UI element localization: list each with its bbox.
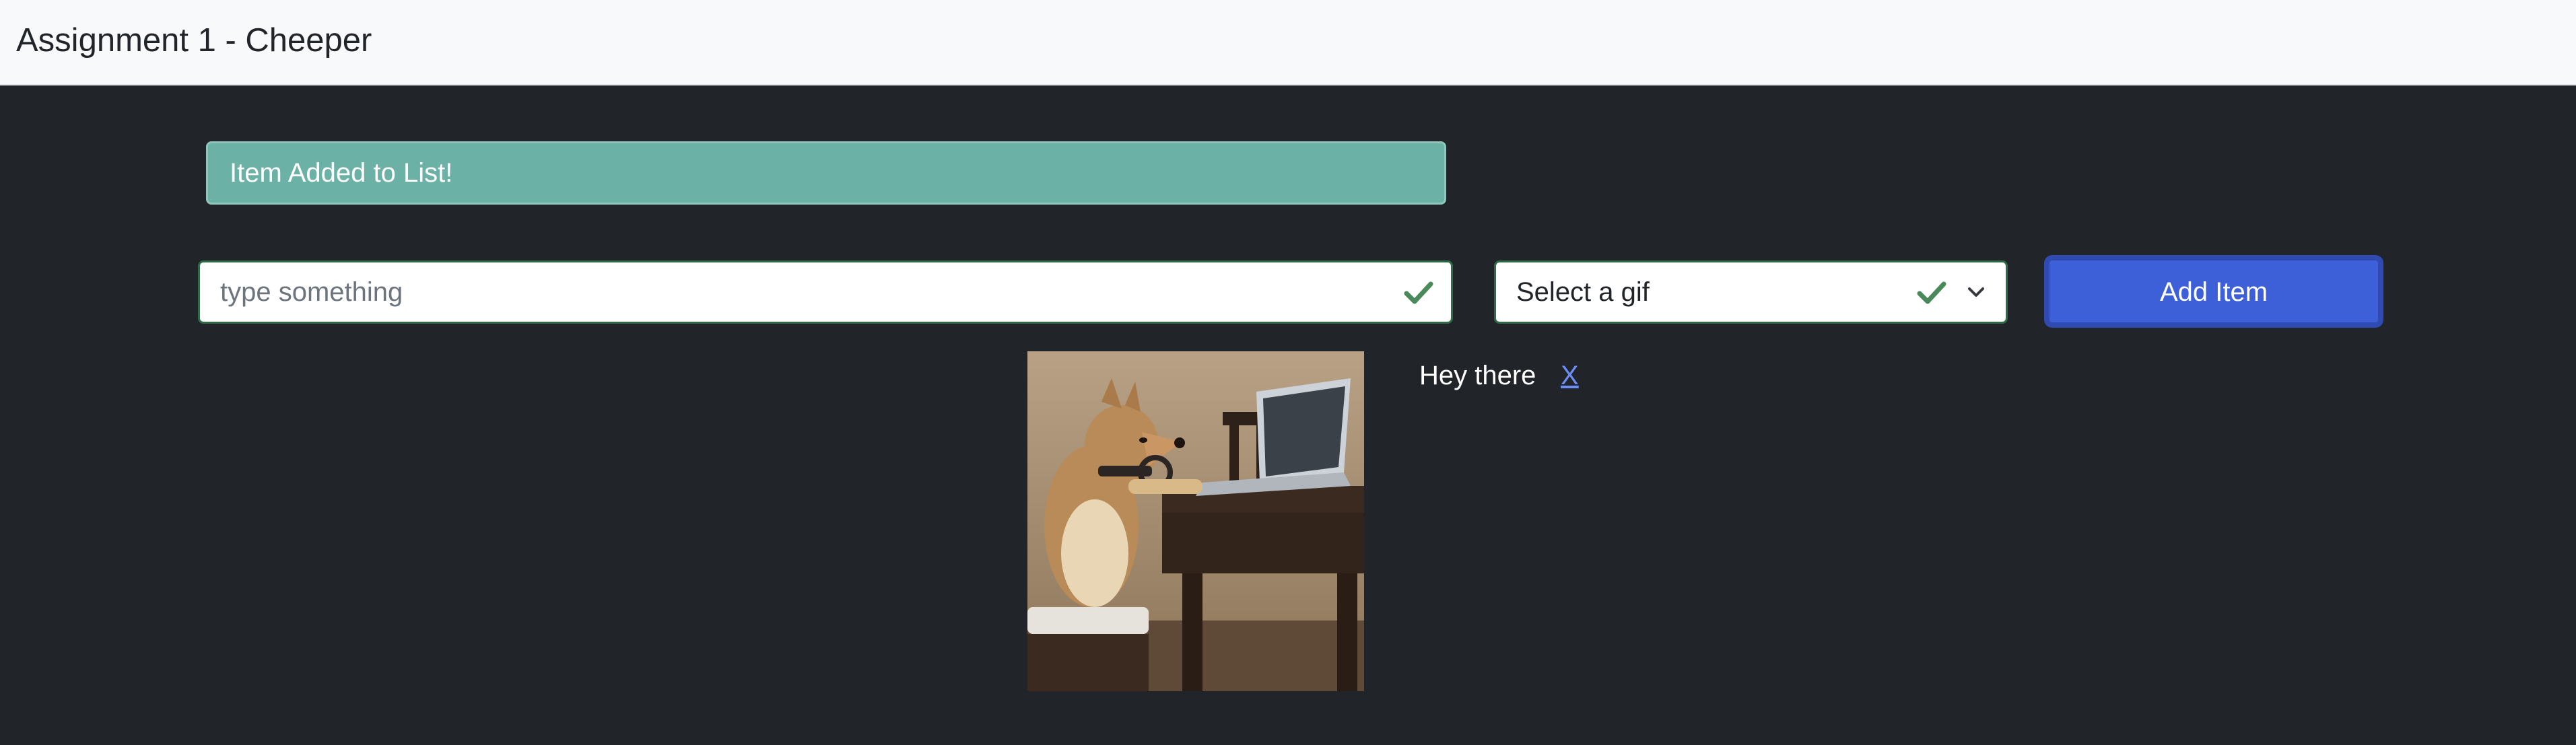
delete-item-link[interactable]: X [1561, 355, 1579, 396]
gif-illustration [1027, 351, 1364, 691]
text-input[interactable] [200, 262, 1451, 322]
item-text: Hey there [1419, 361, 1536, 390]
checkmark-icon [1404, 281, 1433, 304]
text-input-field[interactable] [198, 260, 1453, 324]
add-item-button[interactable]: Add Item [2044, 255, 2383, 328]
navbar: Assignment 1 - Cheeper [0, 0, 2576, 85]
list-item: Hey there X [1027, 351, 1701, 695]
gif-select-value: Select a gif [1516, 277, 1650, 307]
main-content: Item Added to List! Select a gif Add Ite… [0, 85, 2576, 745]
page-title: Assignment 1 - Cheeper [16, 22, 372, 59]
success-alert: Item Added to List! [206, 141, 1446, 205]
gif-select[interactable]: Select a gif [1494, 260, 2008, 324]
dog-laptop-gif [1027, 351, 1364, 691]
checkmark-icon [1917, 281, 1946, 304]
chevron-down-icon [1968, 287, 1984, 297]
